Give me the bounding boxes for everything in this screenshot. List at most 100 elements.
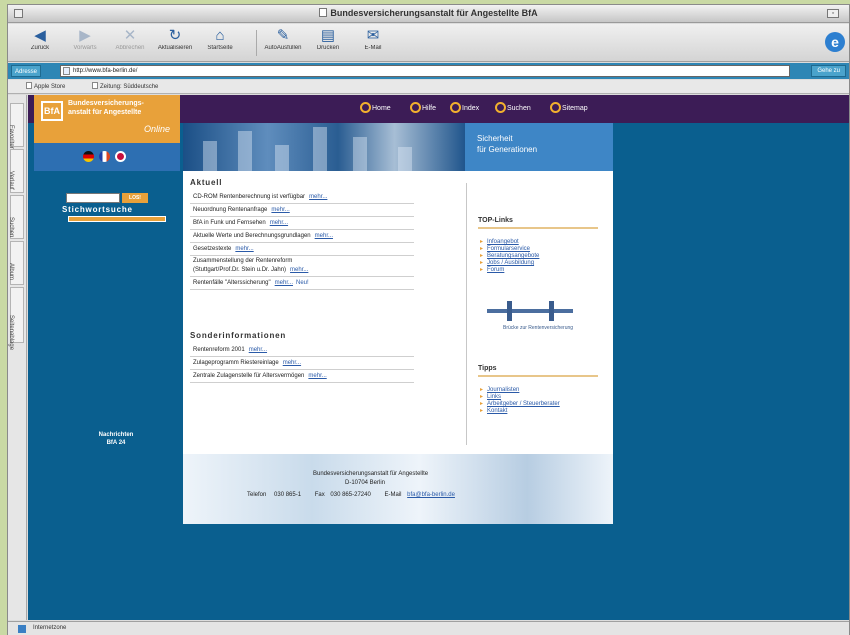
forward-arrow-icon: ▶ [79, 27, 91, 44]
more-link[interactable]: mehr... [309, 194, 327, 200]
more-link[interactable]: mehr... [315, 233, 333, 239]
tab-search[interactable]: Suchen [8, 195, 24, 239]
window-title: Bundesversicherungsanstalt für Angestell… [8, 8, 849, 18]
more-link[interactable]: mehr... [270, 220, 288, 226]
more-link[interactable]: mehr... [290, 267, 308, 273]
page-icon [92, 82, 98, 89]
page-icon [63, 67, 70, 75]
german-flag-icon[interactable] [83, 151, 94, 162]
more-link[interactable]: mehr... [271, 207, 289, 213]
page-icon [26, 82, 32, 89]
mail-icon: ✉ [366, 27, 380, 44]
link-item[interactable]: Jobs / Ausbildung [480, 260, 539, 267]
more-link[interactable]: mehr... [249, 347, 267, 353]
document-icon [319, 8, 328, 17]
list-item[interactable]: Neuordnung Rentenanfrage mehr... [190, 204, 414, 217]
main-panel: Aktuell CD-ROM Rentenberechnung ist verf… [183, 171, 613, 524]
go-button[interactable]: Gehe zu [811, 65, 846, 77]
aktuell-list: CD-ROM Rentenberechnung ist verfügbar meh… [190, 191, 414, 290]
link-item[interactable]: Formularservice [480, 246, 539, 253]
favorite-item[interactable]: Zeitung: Süddeutsche [92, 82, 158, 90]
ring-icon [360, 102, 371, 113]
header-banner: Sicherheit für Generationen [183, 123, 613, 171]
tab-scrapbook[interactable]: Seitenablage [8, 287, 24, 350]
browser-window: Bundesversicherungsanstalt für Angestell… [7, 4, 850, 635]
link-item[interactable]: Kontakt [480, 408, 560, 415]
link-item[interactable]: Forum [480, 267, 539, 274]
refresh-button[interactable]: ↻ Aktualisieren [153, 27, 197, 59]
more-link[interactable]: mehr... [275, 280, 293, 286]
divider [478, 375, 598, 377]
zoom-box[interactable]: ▫ [827, 9, 839, 18]
search-button[interactable]: LOS! [122, 193, 148, 203]
favorites-bar: Apple Store Zeitung: Süddeutsche [8, 80, 849, 94]
list-item[interactable]: Zentrale Zulagenstelle für Altersvermöge… [190, 370, 414, 383]
list-item[interactable]: Rentenreform 2001 mehr... [190, 344, 414, 357]
status-bar: Internetzone [8, 621, 849, 635]
tab-favorites[interactable]: Favoriten [8, 103, 24, 150]
title-bar[interactable]: Bundesversicherungsanstalt für Angestell… [8, 5, 849, 23]
address-label: Adresse [11, 65, 42, 77]
home-button[interactable]: ⌂ Startseite [198, 27, 242, 59]
list-item[interactable]: Zusammenstellung der Rentenreform (Stutt… [190, 256, 414, 277]
uk-flag-icon[interactable] [115, 151, 126, 162]
nav-home[interactable]: Home [360, 102, 391, 113]
sonder-list: Rentenreform 2001 mehr... Zulageprogramm R… [190, 344, 414, 383]
logo-mark: BfA [41, 101, 63, 121]
list-item[interactable]: Rentenfälle "Alterssicherung" mehr... Neu! [190, 277, 414, 290]
list-item[interactable]: CD-ROM Rentenberechnung ist verfügbar meh… [190, 191, 414, 204]
refresh-icon: ↻ [168, 27, 182, 44]
stop-button[interactable]: ✕ Abbrechen [108, 27, 152, 59]
home-icon: ⌂ [215, 27, 225, 44]
ring-icon [450, 102, 461, 113]
footer-contact: Telefon 030 865-1 Fax 030 865-27240 E-Ma… [247, 492, 455, 498]
forward-button[interactable]: ▶ Vorwärts [63, 27, 107, 59]
nav-sitemap[interactable]: Sitemap [550, 102, 588, 113]
zone-icon [18, 625, 26, 633]
back-button[interactable]: ◀ Zurück [18, 27, 62, 59]
mail-button[interactable]: ✉ E-Mail [351, 27, 395, 59]
link-item[interactable]: Journalisten [480, 387, 560, 394]
back-arrow-icon: ◀ [34, 27, 46, 44]
site-logo[interactable]: BfA Bundesversicherungs- anstalt für Ang… [34, 95, 180, 143]
search-decoration [68, 216, 166, 222]
link-item[interactable]: Infoangebot [480, 239, 539, 246]
url-field[interactable]: http://www.bfa-berlin.de/ [60, 65, 790, 77]
tipps-heading: Tipps [478, 365, 497, 372]
nav-help[interactable]: Hilfe [410, 102, 436, 113]
email-link[interactable]: bfa@bfa-berlin.de [407, 492, 455, 498]
link-item[interactable]: Links [480, 394, 560, 401]
nav-index[interactable]: Index [450, 102, 479, 113]
toolbar: ◀ Zurück ▶ Vorwärts ✕ Abbrechen ↻ Aktualisie… [8, 24, 849, 62]
favorite-item[interactable]: Apple Store [26, 82, 65, 90]
search-input[interactable] [66, 193, 120, 203]
link-item[interactable]: Arbeitgeber / Steuerberater [480, 401, 560, 408]
top-links-list: InfoangebotFormularserviceBeratungsangeb… [480, 239, 539, 274]
more-link[interactable]: mehr... [235, 246, 253, 252]
nav-search[interactable]: Suchen [495, 102, 531, 113]
list-item[interactable]: BfA in Funk und Fernsehen mehr... [190, 217, 414, 230]
ring-icon [495, 102, 506, 113]
tipps-list: JournalistenLinksArbeitgeber / Steuerber… [480, 387, 560, 415]
french-flag-icon[interactable] [99, 151, 110, 162]
link-item[interactable]: Beratungsangebote [480, 253, 539, 260]
new-badge: Neu! [295, 280, 309, 286]
more-link[interactable]: mehr... [308, 373, 326, 379]
divider [478, 227, 598, 229]
address-bar: Adresse http://www.bfa-berlin.de/ Gehe z… [8, 63, 849, 79]
autofill-button[interactable]: ✎ AutoAusfüllen [261, 27, 305, 59]
sonder-heading: Sonderinformationen [190, 331, 287, 340]
footer-band [183, 454, 613, 524]
web-content: Home Hilfe Index Suchen Sitemap BfA Bund… [28, 95, 849, 620]
tab-history[interactable]: Verlauf [8, 149, 24, 193]
bridge-logo[interactable]: Brücke zur Rentenversicherung [483, 297, 583, 337]
list-item[interactable]: Zulageprogramm Riestereinlage mehr... [190, 357, 414, 370]
tab-album[interactable]: Album [8, 241, 24, 285]
list-item[interactable]: Aktuelle Werte und Berechnungsgrundlagen… [190, 230, 414, 243]
more-link[interactable]: mehr... [283, 360, 301, 366]
explorer-bar: Favoriten Verlauf Suchen Album Seitenabl… [8, 95, 27, 620]
print-button[interactable]: ▤ Drucken [306, 27, 350, 59]
list-item[interactable]: Gesetzestexte mehr... [190, 243, 414, 256]
news-link[interactable]: Nachrichten BfA 24 [86, 431, 146, 447]
toolbar-separator [256, 30, 257, 56]
